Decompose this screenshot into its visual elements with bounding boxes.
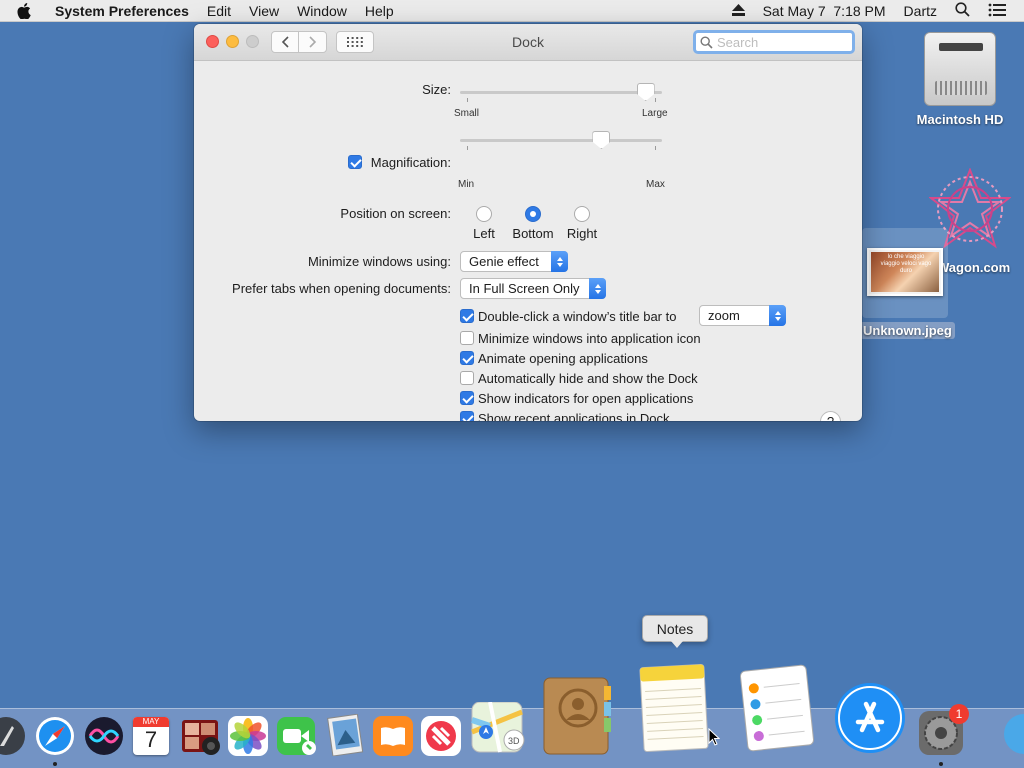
dock-preferences-window: Dock Size: Small Large Magnification: Mi… (194, 24, 862, 421)
show-indicators-label[interactable]: Show indicators for open applications (478, 391, 693, 406)
menu-help[interactable]: Help (365, 3, 394, 19)
magnification-checkbox[interactable] (348, 155, 362, 169)
notification-center-icon[interactable] (988, 3, 1006, 20)
double-click-action-popup[interactable]: zoom (699, 305, 786, 326)
desktop-macintosh-hd[interactable]: Macintosh HD (912, 32, 1008, 127)
position-right-label[interactable]: Right (552, 226, 612, 241)
svg-text:3D: 3D (508, 736, 520, 746)
popup-arrows-icon (551, 251, 568, 272)
popup-arrows-icon (769, 305, 786, 326)
minimize-into-icon-label[interactable]: Minimize windows into application icon (478, 331, 701, 346)
books-icon[interactable] (373, 716, 413, 756)
mag-max-label: Max (646, 179, 665, 190)
siri-icon[interactable] (84, 716, 124, 756)
show-recent-label[interactable]: Show recent applications in Dock (478, 411, 670, 421)
prefer-tabs-popup[interactable]: In Full Screen Only (460, 278, 606, 299)
desktop-jpeg-label: Unknown.jpeg (860, 322, 955, 339)
search-icon (700, 35, 713, 49)
jpeg-thumbnail: lo che viaggio viaggio veloci vago duro (867, 248, 943, 296)
photos-icon[interactable] (228, 716, 268, 756)
help-button[interactable]: ? (820, 411, 841, 421)
minimize-effect-value: Genie effect (469, 254, 539, 269)
double-click-label[interactable]: Double-click a window’s title bar to (478, 309, 676, 324)
menu-window[interactable]: Window (297, 3, 347, 19)
magnification-label[interactable]: Magnification: (371, 155, 451, 170)
position-right-radio[interactable] (574, 206, 590, 222)
minimize-into-icon-checkbox[interactable] (460, 331, 474, 345)
news-icon[interactable] (421, 716, 461, 756)
menu-app-name[interactable]: System Preferences (55, 3, 189, 19)
autohide-dock-label[interactable]: Automatically hide and show the Dock (478, 371, 698, 386)
photo-booth-icon[interactable] (180, 716, 222, 756)
show-recent-checkbox[interactable] (460, 411, 474, 421)
safari-running-indicator (53, 762, 57, 766)
preferences-content: Size: Small Large Magnification: Min Max… (194, 61, 862, 421)
hard-drive-icon (924, 32, 996, 106)
launchpad-icon[interactable] (0, 716, 26, 756)
double-click-checkbox[interactable] (460, 309, 474, 323)
maps-icon[interactable]: 3D (470, 702, 528, 756)
apple-menu-icon[interactable] (17, 0, 37, 22)
tabs-label: Prefer tabs when opening documents: (232, 281, 451, 296)
contacts-icon[interactable] (542, 674, 616, 756)
search-field[interactable] (693, 30, 855, 54)
size-min-label: Small (454, 108, 480, 119)
menu-clock[interactable]: Sat May 7 7:18 PM (763, 3, 886, 19)
calendar-day: 7 (144, 727, 158, 752)
mouse-cursor-icon (708, 728, 720, 746)
jpeg-thumbnail-caption: lo che viaggio viaggio veloci vago duro (880, 254, 932, 274)
size-slider[interactable] (460, 83, 662, 103)
show-indicators-checkbox[interactable] (460, 391, 474, 405)
mag-min-label: Min (458, 179, 475, 190)
animate-opening-checkbox[interactable] (460, 351, 474, 365)
position-label: Position on screen: (340, 206, 451, 221)
autohide-dock-checkbox[interactable] (460, 371, 474, 385)
size-max-label: Large (642, 108, 668, 119)
preview-icon[interactable] (326, 714, 366, 756)
size-label: Size: (422, 82, 451, 97)
notes-icon[interactable] (636, 662, 712, 754)
window-titlebar[interactable]: Dock (194, 24, 862, 61)
menu-bar: System Preferences Edit View Window Help… (0, 0, 1024, 22)
menu-user[interactable]: Dartz (904, 3, 937, 19)
spotlight-search-icon[interactable] (955, 2, 970, 20)
dock-tooltip: Notes (642, 615, 708, 648)
menu-edit[interactable]: Edit (207, 3, 231, 19)
position-left-radio[interactable] (476, 206, 492, 222)
animate-opening-label[interactable]: Animate opening applications (478, 351, 648, 366)
calendar-icon[interactable]: MAY 7 (133, 717, 169, 755)
menu-view[interactable]: View (249, 3, 279, 19)
prefer-tabs-value: In Full Screen Only (469, 281, 580, 296)
magnification-slider-knob[interactable] (592, 131, 611, 149)
app-store-icon[interactable] (834, 682, 906, 754)
minimize-label: Minimize windows using: (307, 254, 451, 269)
calendar-month: MAY (133, 717, 169, 727)
desktop-hd-label: Macintosh HD (916, 112, 1004, 127)
minimize-effect-popup[interactable]: Genie effect (460, 251, 568, 272)
partial-dock-app-icon[interactable] (998, 712, 1024, 756)
notification-badge: 1 (949, 704, 969, 724)
position-bottom-radio[interactable] (525, 206, 541, 222)
popup-arrows-icon (589, 278, 606, 299)
magnification-slider[interactable] (460, 131, 662, 151)
double-click-action-value: zoom (708, 308, 740, 323)
system-preferences-running-indicator (939, 762, 943, 766)
size-slider-knob[interactable] (636, 83, 655, 101)
eject-icon[interactable] (731, 3, 745, 19)
reminders-icon[interactable] (738, 664, 816, 752)
facetime-icon[interactable] (276, 716, 318, 756)
search-input[interactable] (717, 34, 847, 50)
safari-icon[interactable] (35, 716, 75, 756)
